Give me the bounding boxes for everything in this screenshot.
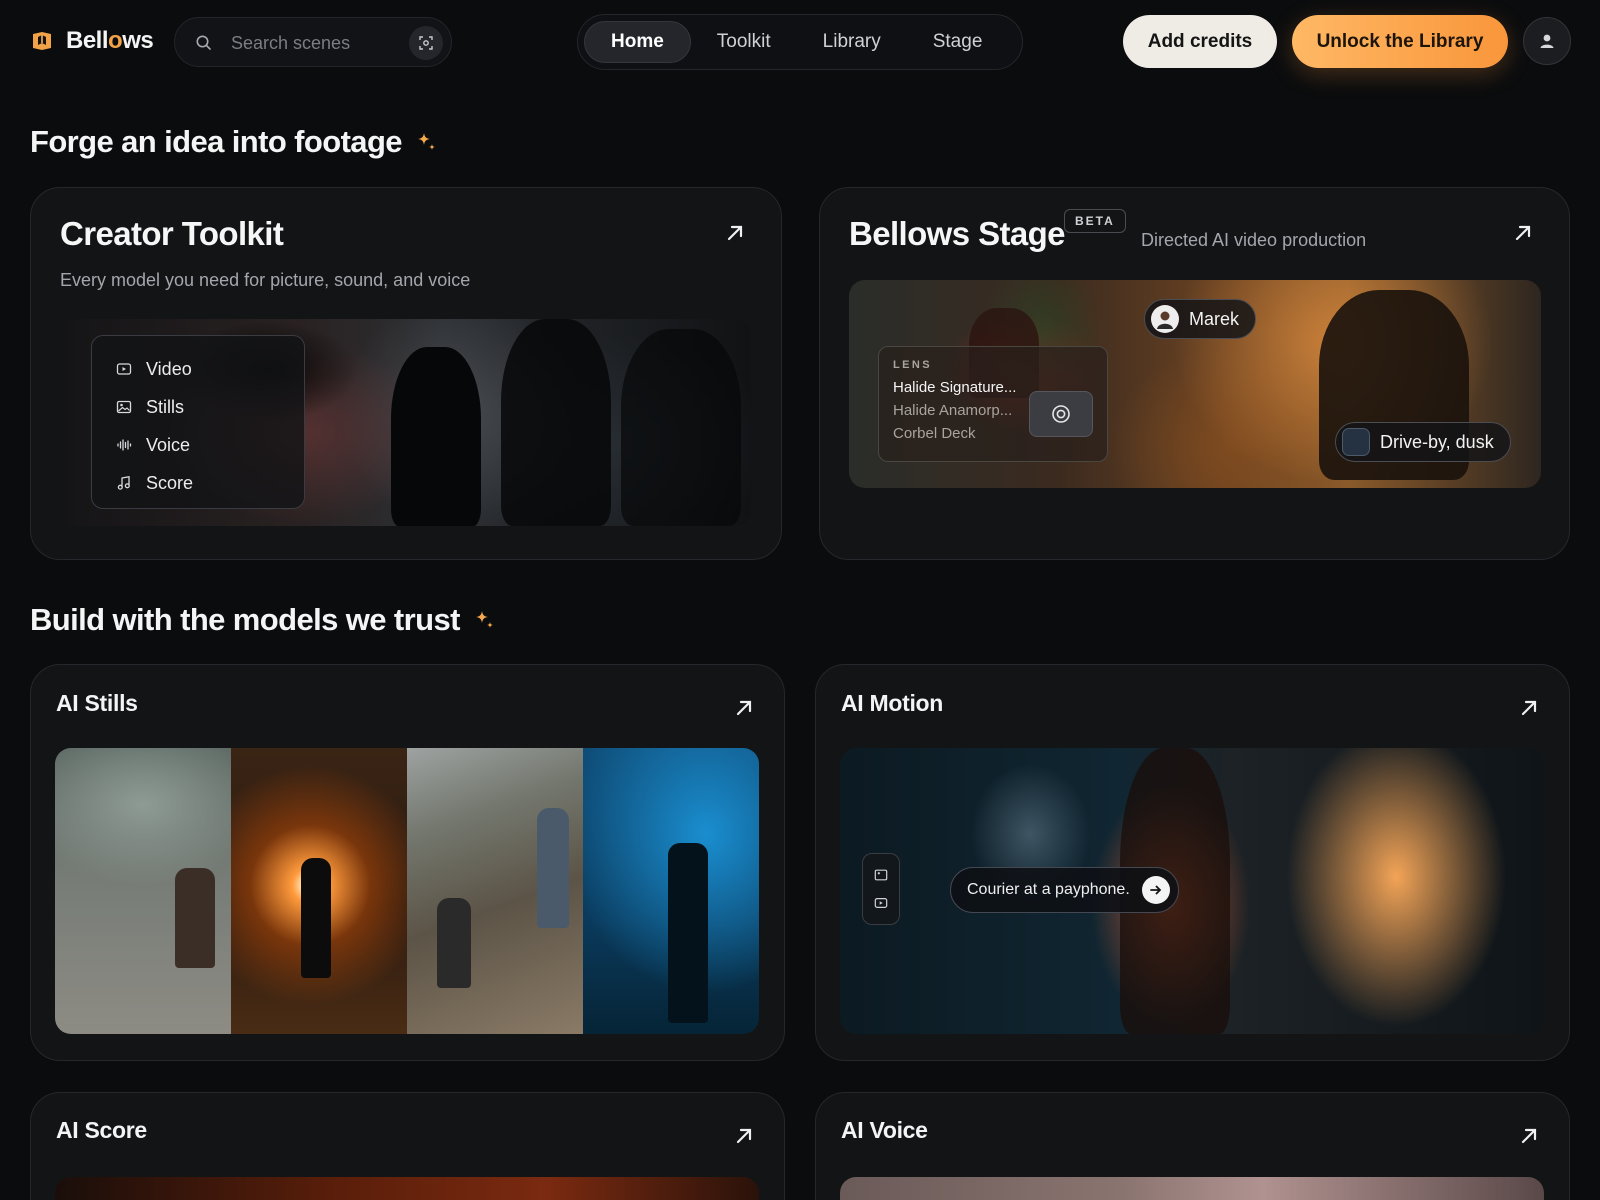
still-image[interactable]: [55, 748, 231, 1034]
account-button[interactable]: [1523, 17, 1571, 65]
ai-stills-title: AI Stills: [56, 690, 138, 716]
stage-preview-image: Marek LENS Halide Signature... Halide An…: [849, 280, 1541, 488]
target-icon: [1052, 405, 1070, 423]
video-icon[interactable]: [874, 896, 888, 910]
figure-silhouette: [621, 329, 741, 526]
stills-gallery: [55, 748, 759, 1034]
ai-motion-title: AI Motion: [841, 690, 944, 716]
still-image[interactable]: [407, 748, 583, 1034]
lens-label: LENS: [893, 359, 932, 371]
ai-voice-title: AI Voice: [841, 1117, 928, 1143]
figure-silhouette: [301, 858, 331, 978]
waveform-icon: [117, 439, 132, 451]
arrow-up-right-icon[interactable]: [724, 222, 746, 244]
arrow-up-right-icon[interactable]: [1512, 222, 1534, 244]
figure-silhouette: [391, 347, 481, 526]
page: Bellows Home Toolkit Library Stage Add c…: [0, 0, 1600, 1200]
character-chip[interactable]: Marek: [1144, 299, 1257, 339]
nav-library[interactable]: Library: [797, 21, 907, 63]
brand-logo[interactable]: Bellows: [30, 27, 154, 55]
creator-toolkit-card[interactable]: Creator Toolkit Every model you need for…: [30, 187, 782, 560]
sparkle-icon: [475, 611, 493, 628]
figure-silhouette: [437, 898, 471, 988]
still-image[interactable]: [231, 748, 407, 1034]
nav-stage[interactable]: Stage: [907, 21, 1009, 63]
menu-item-voice[interactable]: Voice: [116, 426, 304, 464]
toolkit-title: Creator Toolkit: [60, 215, 284, 252]
voice-preview-image: [840, 1177, 1544, 1200]
person-avatar-icon: [1157, 311, 1173, 329]
section-title-forge: Forge an idea into footage: [30, 124, 438, 160]
toolkit-subtitle: Every model you need for picture, sound,…: [60, 270, 471, 290]
top-bar: Bellows Home Toolkit Library Stage Add c…: [0, 0, 1600, 86]
user-icon: [1540, 34, 1554, 48]
sparkle-icon: [417, 133, 435, 150]
still-image[interactable]: [583, 748, 759, 1034]
bellows-stage-card[interactable]: Bellows Stage BETA Directed AI video pro…: [819, 187, 1570, 560]
ai-score-title: AI Score: [56, 1117, 147, 1143]
arrow-up-right-icon[interactable]: [1518, 1125, 1540, 1147]
arrow-up-right-icon[interactable]: [733, 1125, 755, 1147]
section-title-models: Build with the models we trust: [30, 602, 496, 638]
menu-item-score[interactable]: Score: [116, 464, 304, 502]
brand-name: Bellows: [66, 27, 154, 54]
lens-selector: LENS Halide Signature... Halide Anamorp.…: [878, 346, 1108, 462]
unlock-library-button[interactable]: Unlock the Library: [1292, 15, 1508, 68]
toolkit-preview-image: Video Stills Voice Score: [61, 319, 751, 526]
avatar: [1151, 305, 1179, 333]
generate-button[interactable]: [1141, 876, 1170, 904]
search-input[interactable]: [231, 28, 381, 58]
bellows-logo-icon: [33, 32, 51, 50]
arrow-right-icon: [1149, 885, 1162, 895]
nav-home[interactable]: Home: [584, 21, 691, 63]
toolkit-menu: Video Stills Voice Score: [91, 335, 305, 509]
scene-thumbnail: [1342, 428, 1370, 456]
ai-voice-card[interactable]: AI Voice: [815, 1092, 1570, 1200]
video-icon: [116, 363, 132, 375]
image-icon[interactable]: [874, 868, 888, 882]
motion-prompt[interactable]: Courier at a payphone.: [950, 867, 1179, 913]
lens-focus-button[interactable]: [1029, 391, 1093, 437]
search-icon: [196, 35, 211, 50]
menu-item-video[interactable]: Video: [116, 350, 304, 388]
add-credits-button[interactable]: Add credits: [1123, 15, 1277, 68]
score-preview-image: [55, 1177, 759, 1200]
search-bar: [174, 17, 452, 67]
nav-toolkit[interactable]: Toolkit: [691, 21, 797, 63]
figure-silhouette: [175, 868, 215, 968]
figure-silhouette: [537, 808, 569, 928]
figure-silhouette: [668, 843, 708, 1023]
ai-score-card[interactable]: AI Score: [30, 1092, 785, 1200]
stage-title: Bellows Stage: [849, 215, 1066, 252]
stage-subtitle: Directed AI video production: [1141, 230, 1367, 250]
motion-preview-video: Courier at a payphone.: [840, 748, 1544, 1034]
image-icon: [116, 400, 132, 414]
arrow-up-right-icon[interactable]: [1518, 697, 1540, 719]
visual-search-button[interactable]: [409, 26, 443, 60]
media-type-toggle: [862, 853, 900, 925]
scan-image-icon: [419, 36, 433, 50]
beta-badge: BETA: [1064, 209, 1126, 233]
arrow-up-right-icon[interactable]: [733, 697, 755, 719]
scene-chip[interactable]: Drive-by, dusk: [1335, 422, 1511, 462]
ai-stills-card[interactable]: AI Stills: [30, 664, 785, 1061]
ai-motion-card[interactable]: AI Motion Courier at a payphone.: [815, 664, 1570, 1061]
main-nav: Home Toolkit Library Stage: [577, 14, 1023, 70]
figure-silhouette: [501, 319, 611, 526]
menu-item-stills[interactable]: Stills: [116, 388, 304, 426]
music-note-icon: [117, 476, 130, 490]
